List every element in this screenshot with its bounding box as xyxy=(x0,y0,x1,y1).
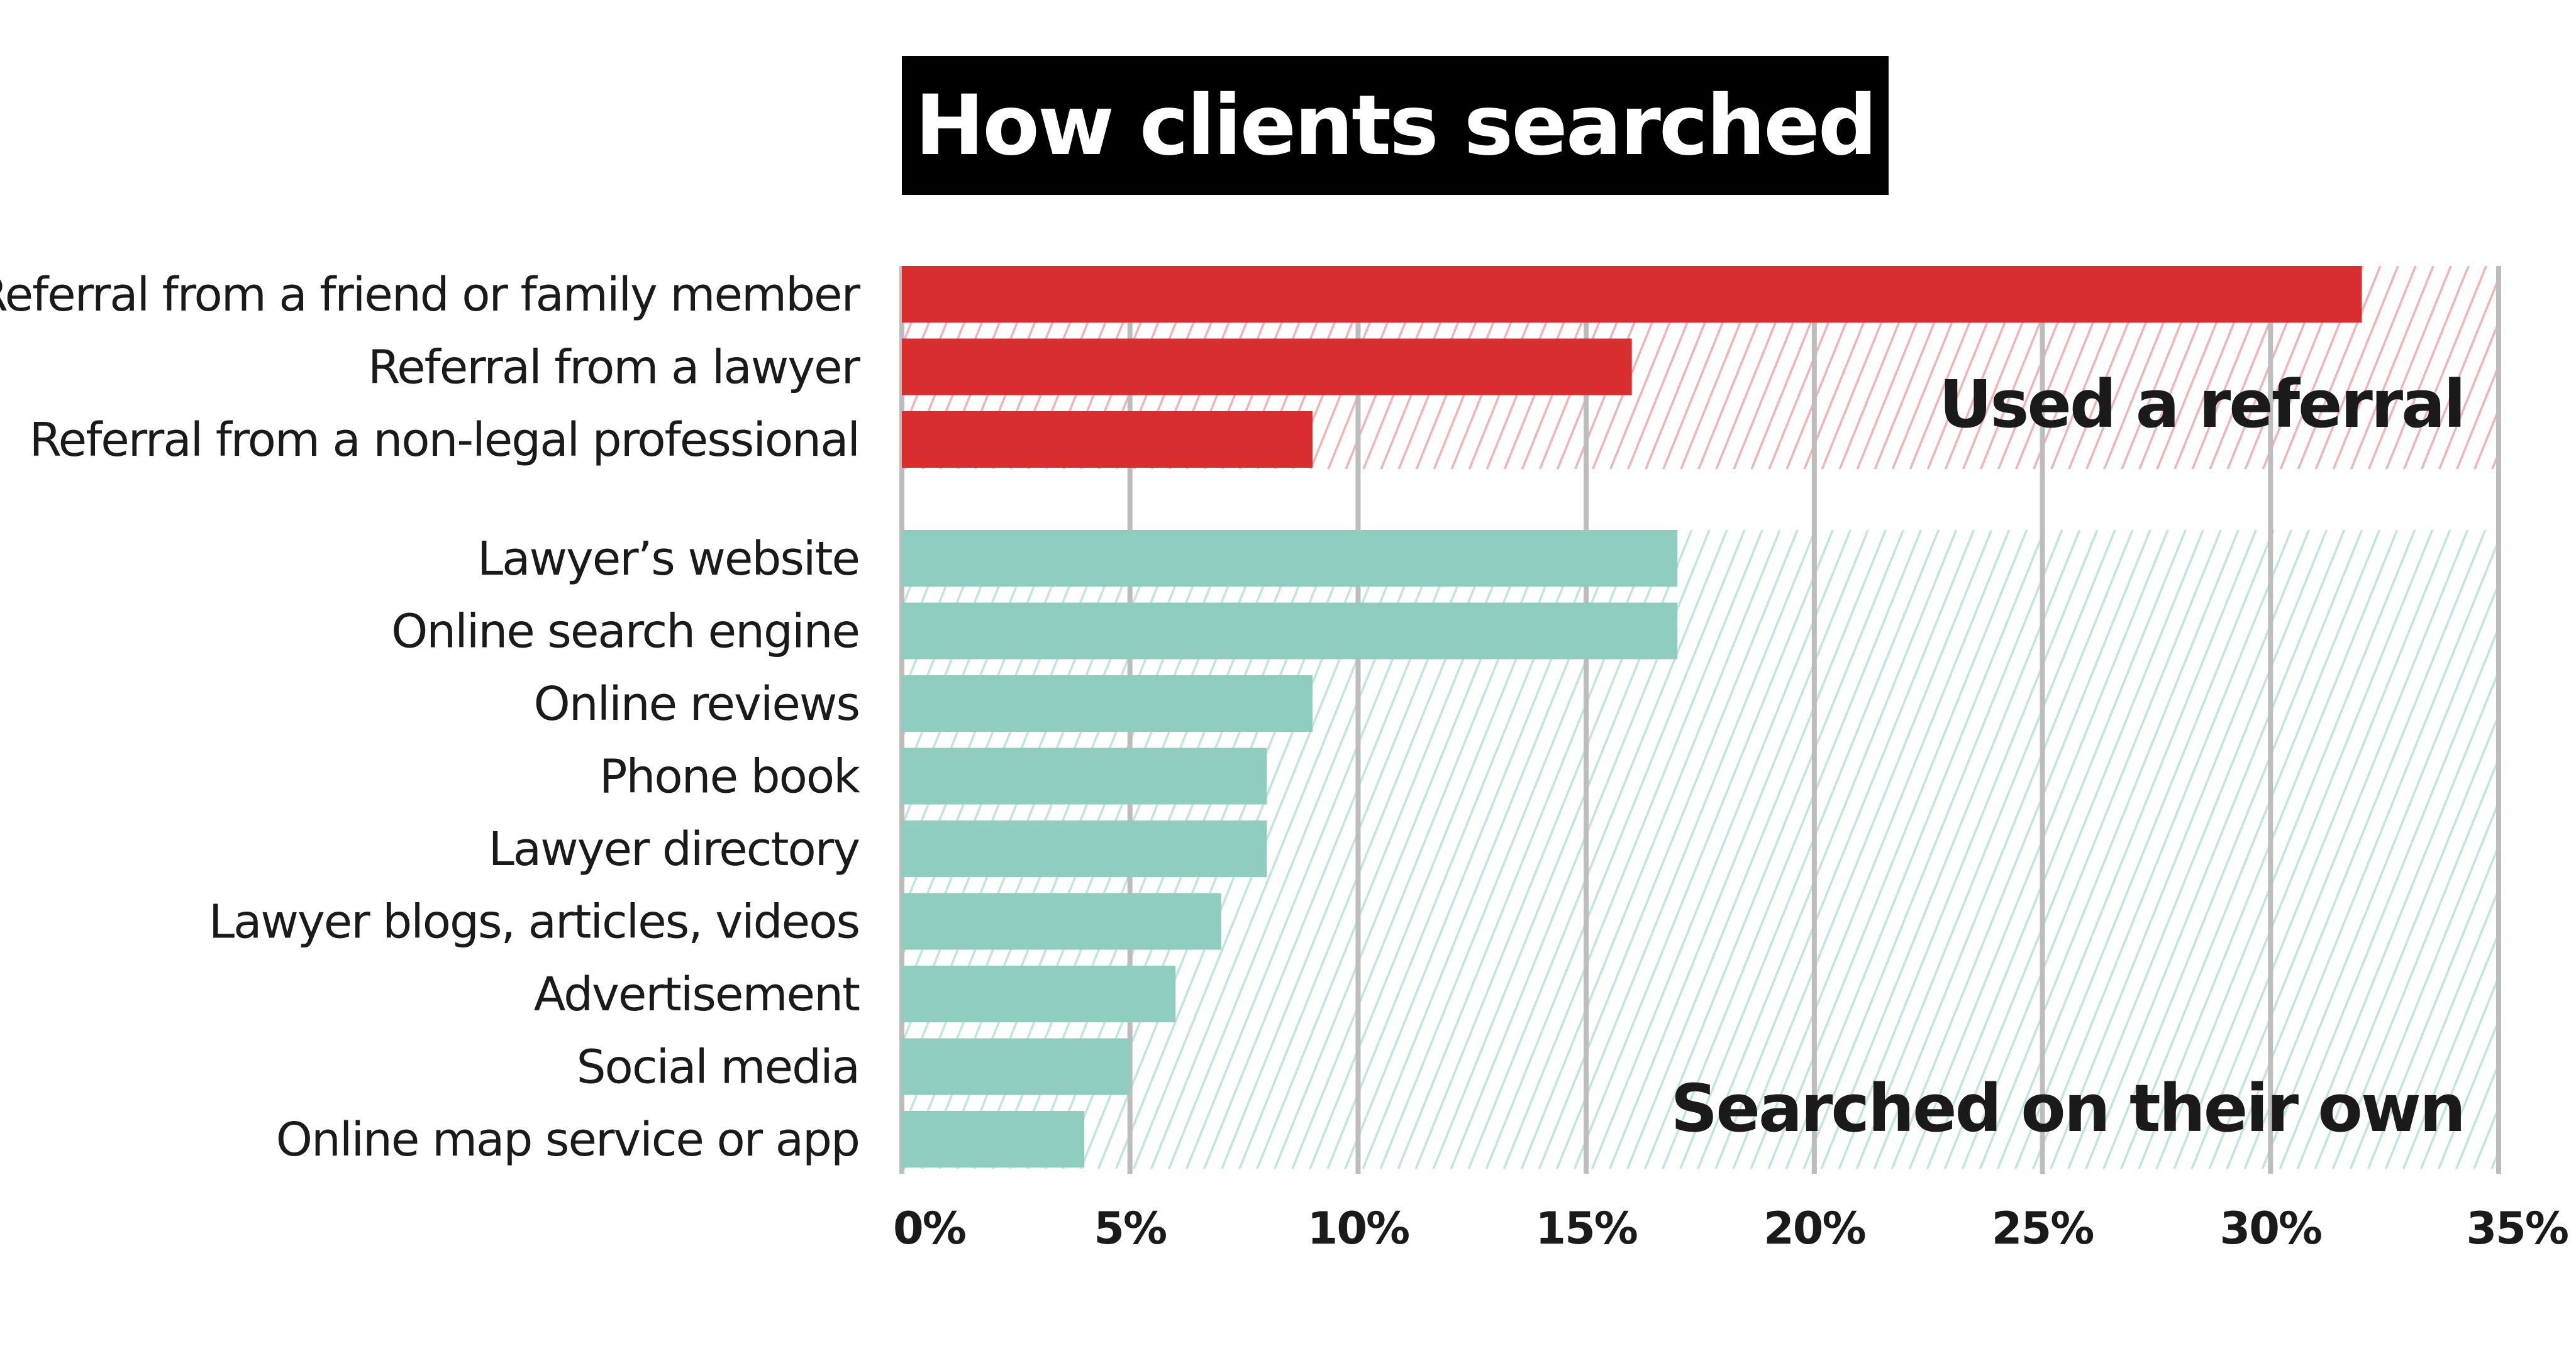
x-tick-label: 5% xyxy=(1094,1203,1166,1254)
x-tick-label: 20% xyxy=(1763,1203,1865,1254)
bar xyxy=(902,966,1176,1022)
bar xyxy=(902,530,1678,587)
x-tick-label: 30% xyxy=(2220,1203,2322,1254)
category-label: Social media xyxy=(577,1041,859,1095)
group-label: Searched on their own xyxy=(1671,1070,2464,1147)
group-label: Used a referral xyxy=(1939,366,2464,443)
bar-chart: Referral from a friend or family member R… xyxy=(0,266,2569,1254)
bar xyxy=(902,820,1267,877)
bar xyxy=(902,411,1313,468)
bar xyxy=(902,266,2362,323)
bar xyxy=(902,338,1632,395)
category-label: Referral from a lawyer xyxy=(368,341,861,395)
bar xyxy=(902,893,1221,950)
bar xyxy=(902,675,1313,732)
x-tick-label: 0% xyxy=(893,1203,965,1254)
category-label: Advertisement xyxy=(534,968,860,1022)
category-label: Phone book xyxy=(599,750,860,804)
category-label: Online search engine xyxy=(391,605,859,659)
category-label: Online reviews xyxy=(534,677,860,731)
bar xyxy=(902,1111,1085,1168)
category-label: Lawyer’s website xyxy=(477,532,859,586)
category-label: Lawyer directory xyxy=(489,822,860,876)
category-label: Referral from a non-legal professional xyxy=(30,413,859,467)
x-tick-label: 15% xyxy=(1535,1203,1637,1254)
x-tick-label: 35% xyxy=(2466,1203,2568,1254)
bar xyxy=(902,602,1678,660)
category-label: Referral from a friend or family member xyxy=(0,268,861,322)
bar xyxy=(902,748,1267,805)
category-label: Lawyer blogs, articles, videos xyxy=(209,895,859,949)
x-tick-label: 10% xyxy=(1307,1203,1409,1254)
bar xyxy=(902,1038,1130,1095)
x-tick-label: 25% xyxy=(1992,1203,2094,1254)
category-label: Online map service or app xyxy=(276,1113,859,1167)
